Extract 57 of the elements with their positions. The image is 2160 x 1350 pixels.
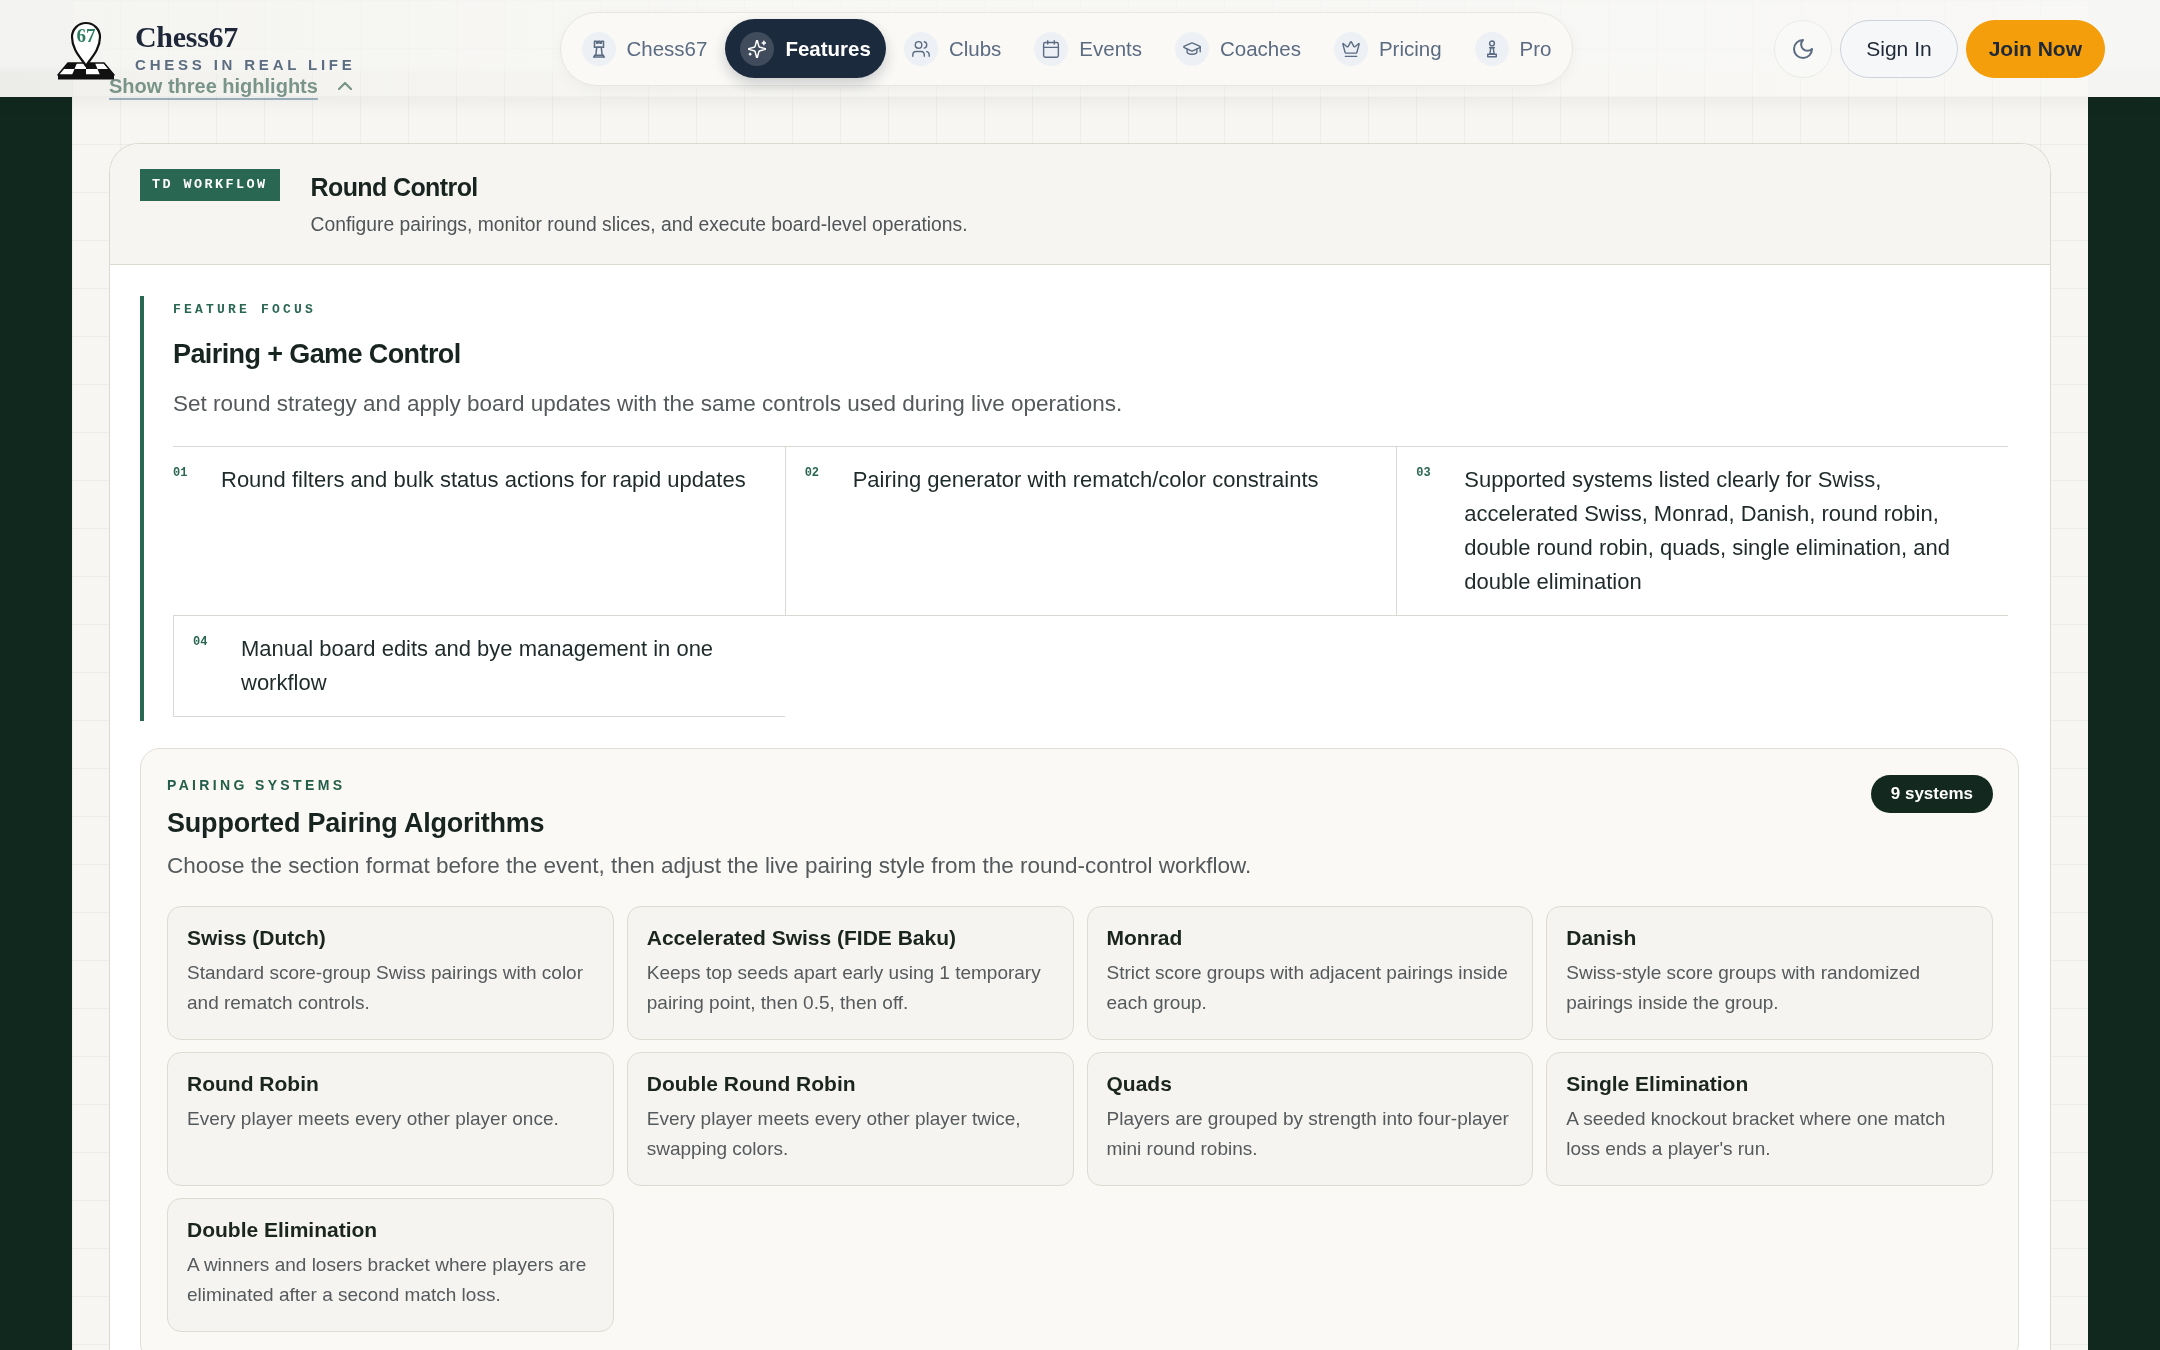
algorithm-description: Every player meets every other player once. [187, 1107, 560, 1131]
algorithm-description: Every player meets every other player twice, swapping colors. [646, 1107, 1022, 1161]
algorithm-name: Swiss (Dutch) [187, 925, 327, 951]
item-text: Pairing generator with rematch/color constraints [852, 466, 1319, 494]
rook-icon [581, 31, 616, 66]
algorithm-description: Keeps top seeds apart early using 1 temporary pairing point, then 0.5, then off. [646, 961, 1042, 1015]
algorithm-description: Swiss-style score groups with randomized pairings inside the group. [1566, 961, 1921, 1015]
chevron-up-icon [337, 82, 352, 90]
pairing-description: Choose the section format before the event, then adjust the live pairing style from the round-control workflow. [167, 852, 1253, 880]
nav-link[interactable]: Coaches [1160, 19, 1316, 78]
algorithm-name: Round Robin [187, 1071, 320, 1097]
item-number: 02 [804, 465, 821, 482]
item-number: 03 [1416, 465, 1432, 482]
algorithm-name: Double Elimination [187, 1217, 379, 1243]
nav-link[interactable]: Pricing [1318, 19, 1457, 78]
feature-title: Pairing + Game Control [173, 338, 462, 371]
algorithm-name: Double Round Robin [646, 1071, 857, 1097]
section-subtitle: Configure pairings, monitor round slices, and execute board-level operations. [310, 213, 968, 237]
nav-link[interactable]: Events [1019, 19, 1157, 78]
calendar-icon [1034, 31, 1069, 66]
algorithm-name: Danish [1566, 925, 1638, 951]
users-icon [903, 31, 938, 66]
eyebrow-label: FEATURE FOCUS [173, 302, 318, 318]
item-text: Manual board edits and bye management in one workflow [241, 635, 715, 697]
pawn-icon [1474, 31, 1509, 66]
section-title: Round Control [310, 172, 479, 202]
algorithm-name: Single Elimination [1566, 1071, 1750, 1097]
graduation-cap-icon [1175, 31, 1209, 66]
join-button[interactable]: Join Now [1965, 19, 2105, 78]
brand-name: Chess67 [135, 21, 239, 53]
algorithm-description: Standard score-group Swiss pairings with color and rematch controls. [187, 961, 584, 1015]
sparkles-icon [740, 31, 775, 66]
algorithm-description: A winners and losers bracket where players are eliminated after a second match loss. [187, 1253, 588, 1307]
systems-count-badge: 9 systems [1870, 775, 1993, 813]
item-number: 01 [173, 465, 189, 482]
nav-link[interactable]: Clubs [888, 19, 1017, 78]
show-highlights-link[interactable]: Show three highlights [109, 74, 352, 98]
algorithm-name: Monrad [1106, 925, 1184, 951]
crown-icon [1333, 31, 1368, 66]
workflow-tag: TD WORKFLOW [140, 169, 280, 201]
nav-link[interactable]: Chess67 [566, 19, 723, 78]
moon-icon [1793, 38, 1814, 59]
item-number: 04 [193, 634, 209, 651]
pairing-title: Supported Pairing Algorithms [167, 808, 545, 838]
logo-number: 67 [75, 24, 97, 47]
algorithm-description: A seeded knockout bracket where one match loss ends a player's run. [1566, 1107, 1947, 1161]
item-text: Supported systems listed clearly for Swiss, accelerated Swiss, Monrad, Danish, round robin, double round robin, quads, single elimination, and double elimination [1464, 466, 1951, 596]
nav-link[interactable]: Pro [1459, 19, 1567, 78]
item-text: Round filters and bulk status actions for rapid updates [221, 466, 746, 494]
feature-description: Set round strategy and apply board updates with the same controls used during live operations. [173, 390, 1124, 418]
algorithm-name: Quads [1106, 1071, 1173, 1097]
nav-link[interactable]: Features [725, 19, 886, 78]
eyebrow-label: PAIRING SYSTEMS [167, 776, 347, 794]
algorithm-description: Strict score groups with adjacent pairings inside each group. [1106, 961, 1509, 1015]
algorithm-name: Accelerated Swiss (FIDE Baku) [646, 925, 958, 951]
algorithm-description: Players are grouped by strength into four-player mini round robins. [1106, 1107, 1510, 1161]
brand-tagline: CHESS IN REAL LIFE [135, 56, 356, 74]
